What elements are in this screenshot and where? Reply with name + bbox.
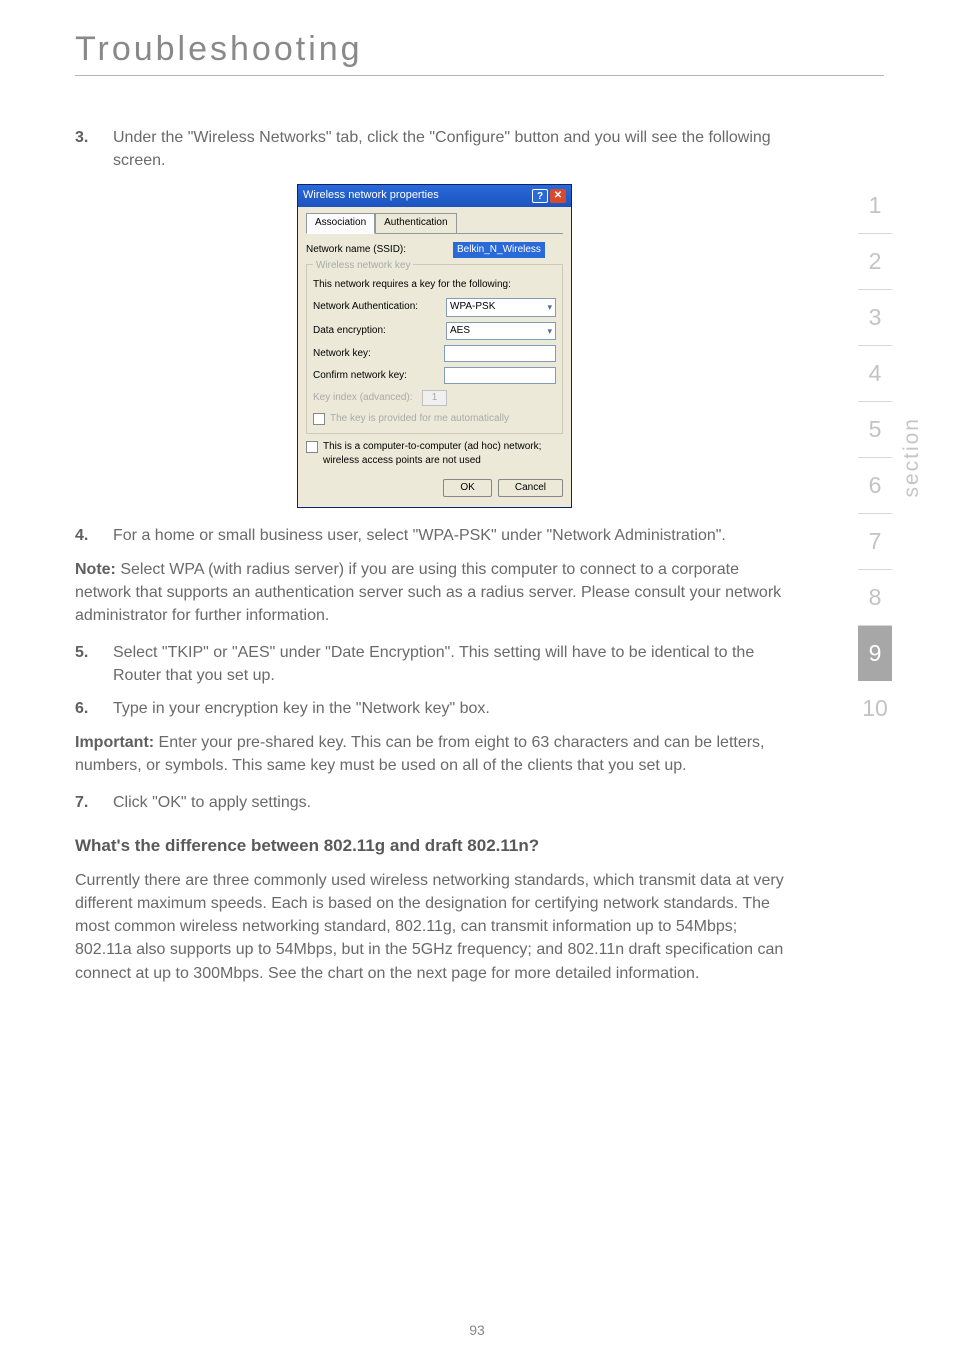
section-label: section xyxy=(900,417,924,498)
step-number: 3. xyxy=(75,126,113,172)
step-text: Select "TKIP" or "AES" under "Date Encry… xyxy=(113,641,794,687)
adhoc-row: This is a computer-to-computer (ad hoc) … xyxy=(306,440,563,469)
step-6: 6. Type in your encryption key in the "N… xyxy=(75,697,794,720)
group-legend: Wireless network key xyxy=(313,259,413,274)
tab-authentication[interactable]: Authentication xyxy=(375,213,456,233)
step-3: 3. Under the "Wireless Networks" tab, cl… xyxy=(75,126,794,172)
note-paragraph: Note: Select WPA (with radius server) if… xyxy=(75,558,794,628)
autokey-label: The key is provided for me automatically xyxy=(330,412,509,427)
ok-button[interactable]: OK xyxy=(443,479,491,498)
section-nav-6[interactable]: 6 xyxy=(858,458,892,514)
step-5: 5. Select "TKIP" or "AES" under "Date En… xyxy=(75,641,794,687)
dialog-tabs: Association Authentication xyxy=(306,213,563,234)
auth-row: Network Authentication: WPA-PSK ▾ xyxy=(313,298,556,317)
title-underline xyxy=(75,75,884,76)
dialog-titlebar: Wireless network properties ? ✕ xyxy=(298,185,571,207)
section-nav-4[interactable]: 4 xyxy=(858,346,892,402)
confirm-key-label: Confirm network key: xyxy=(313,369,438,384)
dialog-body: Association Authentication Network name … xyxy=(298,207,571,507)
group-hint: This network requires a key for the foll… xyxy=(313,278,556,293)
comparison-paragraph: Currently there are three commonly used … xyxy=(75,869,794,985)
section-nav-10[interactable]: 10 xyxy=(858,681,892,736)
network-key-row: Network key: xyxy=(313,345,556,362)
encryption-row: Data encryption: AES ▾ xyxy=(313,322,556,341)
step-text: For a home or small business user, selec… xyxy=(113,524,794,547)
close-button[interactable]: ✕ xyxy=(550,189,566,203)
wireless-properties-dialog: Wireless network properties ? ✕ Associat… xyxy=(297,184,572,508)
autokey-row: The key is provided for me automatically xyxy=(313,412,556,427)
section-nav-2[interactable]: 2 xyxy=(858,234,892,290)
confirm-key-row: Confirm network key: xyxy=(313,367,556,384)
dialog-screenshot: Wireless network properties ? ✕ Associat… xyxy=(75,184,794,508)
adhoc-checkbox[interactable] xyxy=(306,441,318,453)
chevron-down-icon: ▾ xyxy=(547,325,552,338)
important-text: Enter your pre-shared key. This can be f… xyxy=(75,734,765,774)
ssid-label: Network name (SSID): xyxy=(306,243,447,258)
encryption-dropdown[interactable]: AES ▾ xyxy=(446,322,556,341)
chevron-down-icon: ▾ xyxy=(547,301,552,314)
ssid-value[interactable]: Belkin_N_Wireless xyxy=(453,242,545,259)
key-index-label: Key index (advanced): xyxy=(313,391,416,406)
dialog-buttons: OK Cancel xyxy=(306,479,563,498)
encryption-value: AES xyxy=(450,324,470,339)
important-paragraph: Important: Enter your pre-shared key. Th… xyxy=(75,731,794,777)
wireless-key-group: Wireless network key This network requir… xyxy=(306,264,563,434)
important-label: Important: xyxy=(75,734,154,751)
section-nav-1[interactable]: 1 xyxy=(858,178,892,234)
step-text: Type in your encryption key in the "Netw… xyxy=(113,697,794,720)
network-key-label: Network key: xyxy=(313,347,438,362)
key-index-input: 1 xyxy=(422,390,447,406)
auth-value: WPA-PSK xyxy=(450,300,495,315)
section-numbers: 12345678910 xyxy=(858,178,892,736)
section-nav-9[interactable]: 9 xyxy=(858,626,892,681)
cancel-button[interactable]: Cancel xyxy=(498,479,563,498)
main-content: 3. Under the "Wireless Networks" tab, cl… xyxy=(75,126,884,985)
subheading: What's the difference between 802.11g an… xyxy=(75,834,794,859)
key-index-row: Key index (advanced): 1 xyxy=(313,390,556,406)
tab-association[interactable]: Association xyxy=(306,213,375,234)
note-label: Note: xyxy=(75,561,116,578)
section-nav-3[interactable]: 3 xyxy=(858,290,892,346)
titlebar-buttons: ? ✕ xyxy=(532,189,566,203)
section-sidebar: 12345678910 section xyxy=(858,178,924,736)
dialog-title: Wireless network properties xyxy=(303,188,439,204)
network-key-input[interactable] xyxy=(444,345,556,362)
section-nav-8[interactable]: 8 xyxy=(858,570,892,626)
auth-dropdown[interactable]: WPA-PSK ▾ xyxy=(446,298,556,317)
encryption-label: Data encryption: xyxy=(313,324,440,339)
ssid-row: Network name (SSID): Belkin_N_Wireless xyxy=(306,242,563,259)
step-text: Click "OK" to apply settings. xyxy=(113,791,794,814)
step-number: 5. xyxy=(75,641,113,687)
step-text: Under the "Wireless Networks" tab, click… xyxy=(113,126,794,172)
confirm-key-input[interactable] xyxy=(444,367,556,384)
adhoc-label: This is a computer-to-computer (ad hoc) … xyxy=(323,440,563,469)
auth-label: Network Authentication: xyxy=(313,300,440,315)
autokey-checkbox xyxy=(313,413,325,425)
page-title: Troubleshooting xyxy=(75,30,884,69)
help-button[interactable]: ? xyxy=(532,189,548,203)
step-number: 4. xyxy=(75,524,113,547)
step-4: 4. For a home or small business user, se… xyxy=(75,524,794,547)
step-number: 7. xyxy=(75,791,113,814)
note-text: Select WPA (with radius server) if you a… xyxy=(75,561,781,624)
step-number: 6. xyxy=(75,697,113,720)
page-number: 93 xyxy=(0,1322,954,1338)
step-7: 7. Click "OK" to apply settings. xyxy=(75,791,794,814)
section-nav-7[interactable]: 7 xyxy=(858,514,892,570)
section-nav-5[interactable]: 5 xyxy=(858,402,892,458)
